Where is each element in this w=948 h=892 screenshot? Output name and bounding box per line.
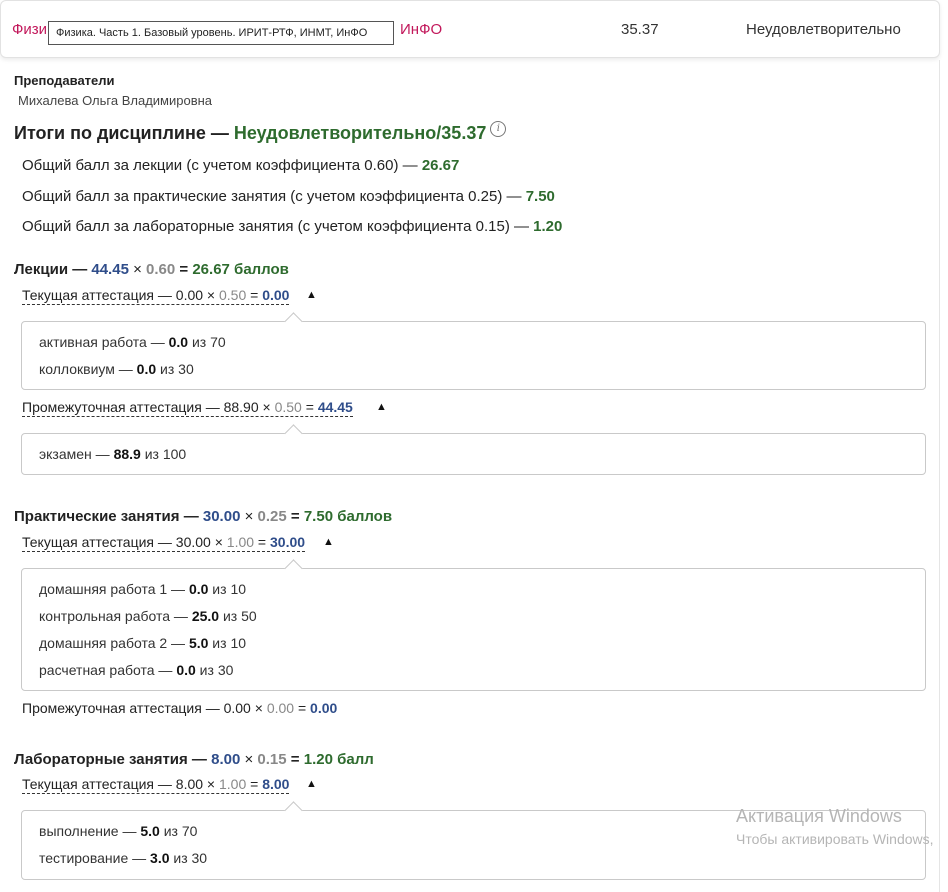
list-item: домашняя работа 1 — 0.0 из 10 <box>39 581 247 597</box>
list-item: экзамен — 88.9 из 100 <box>39 446 187 462</box>
subject-score: 35.37 <box>621 21 659 38</box>
teacher-name: Михалева Ольга Владимировна <box>18 93 213 108</box>
list-item: домашняя работа 2 — 5.0 из 10 <box>39 635 247 651</box>
list-item: расчетная работа — 0.0 из 30 <box>39 662 234 678</box>
total-labs: Общий балл за лабораторные занятия (с уч… <box>22 218 563 235</box>
totals-title: Итоги по дисциплине — Неудовлетворительн… <box>14 121 507 144</box>
collapse-caret-icon[interactable]: ▲ <box>376 401 387 413</box>
lectures-current-toggle[interactable]: Текущая аттестация — 0.00 × 0.50 = 0.00 <box>22 287 290 305</box>
total-lectures: Общий балл за лекции (с учетом коэффицие… <box>22 157 460 174</box>
practice-current-panel: домашняя работа 1 — 0.0 из 10 контрольна… <box>21 559 926 691</box>
section-lectures-title: Лекции — 44.45 × 0.60 = 26.67 баллов <box>14 261 289 278</box>
collapse-caret-icon[interactable]: ▲ <box>306 289 317 301</box>
section-practice-title: Практические занятия — 30.00 × 0.25 = 7.… <box>14 508 393 525</box>
collapse-caret-icon[interactable]: ▲ <box>306 778 317 790</box>
totals-result: Неудовлетворительно/35.37 <box>233 123 487 143</box>
subject-name-start[interactable]: Физи <box>12 21 47 38</box>
collapse-caret-icon[interactable]: ▲ <box>323 536 334 548</box>
subject-name-end[interactable]: ИнФО <box>400 21 442 38</box>
windows-activation-text: Чтобы активировать Windows, <box>736 831 934 847</box>
list-item: контрольная работа — 25.0 из 50 <box>39 608 257 624</box>
labs-current-toggle[interactable]: Текущая аттестация — 8.00 × 1.00 = 8.00 <box>22 776 290 794</box>
list-item: активная работа — 0.0 из 70 <box>39 334 226 350</box>
lectures-intermediate-panel: экзамен — 88.9 из 100 <box>21 424 926 475</box>
panel-notch <box>284 424 303 443</box>
subject-tooltip: Физика. Часть 1. Базовый уровень. ИРИТ-Р… <box>48 21 394 45</box>
subject-grade: Неудовлетворительно <box>746 21 901 38</box>
section-labs-title: Лабораторные занятия — 8.00 × 0.15 = 1.2… <box>14 751 374 768</box>
lectures-intermediate-toggle[interactable]: Промежуточная аттестация — 88.90 × 0.50 … <box>22 399 353 417</box>
info-icon[interactable]: i <box>490 121 507 137</box>
panel-notch <box>284 559 303 578</box>
teachers-title: Преподаватели <box>14 73 115 88</box>
windows-activation-title: Активация Windows <box>736 806 902 826</box>
list-item: тестирование — 3.0 из 30 <box>39 850 208 866</box>
panel-notch <box>284 801 303 820</box>
totals-prefix: Итоги по дисциплине — <box>14 123 234 143</box>
practice-current-toggle[interactable]: Текущая аттестация — 30.00 × 1.00 = 30.0… <box>22 534 306 552</box>
scroll-edge <box>939 60 940 892</box>
panel-notch <box>284 312 303 331</box>
lectures-current-panel: активная работа — 0.0 из 70 коллоквиум —… <box>21 312 926 390</box>
list-item: коллоквиум — 0.0 из 30 <box>39 361 194 377</box>
total-practice: Общий балл за практические занятия (с уч… <box>22 188 555 205</box>
subject-row[interactable]: Физи Физика. Часть 1. Базовый уровень. И… <box>0 0 940 58</box>
list-item: выполнение — 5.0 из 70 <box>39 823 198 839</box>
practice-intermediate-line: Промежуточная аттестация — 0.00 × 0.00 =… <box>22 700 338 716</box>
